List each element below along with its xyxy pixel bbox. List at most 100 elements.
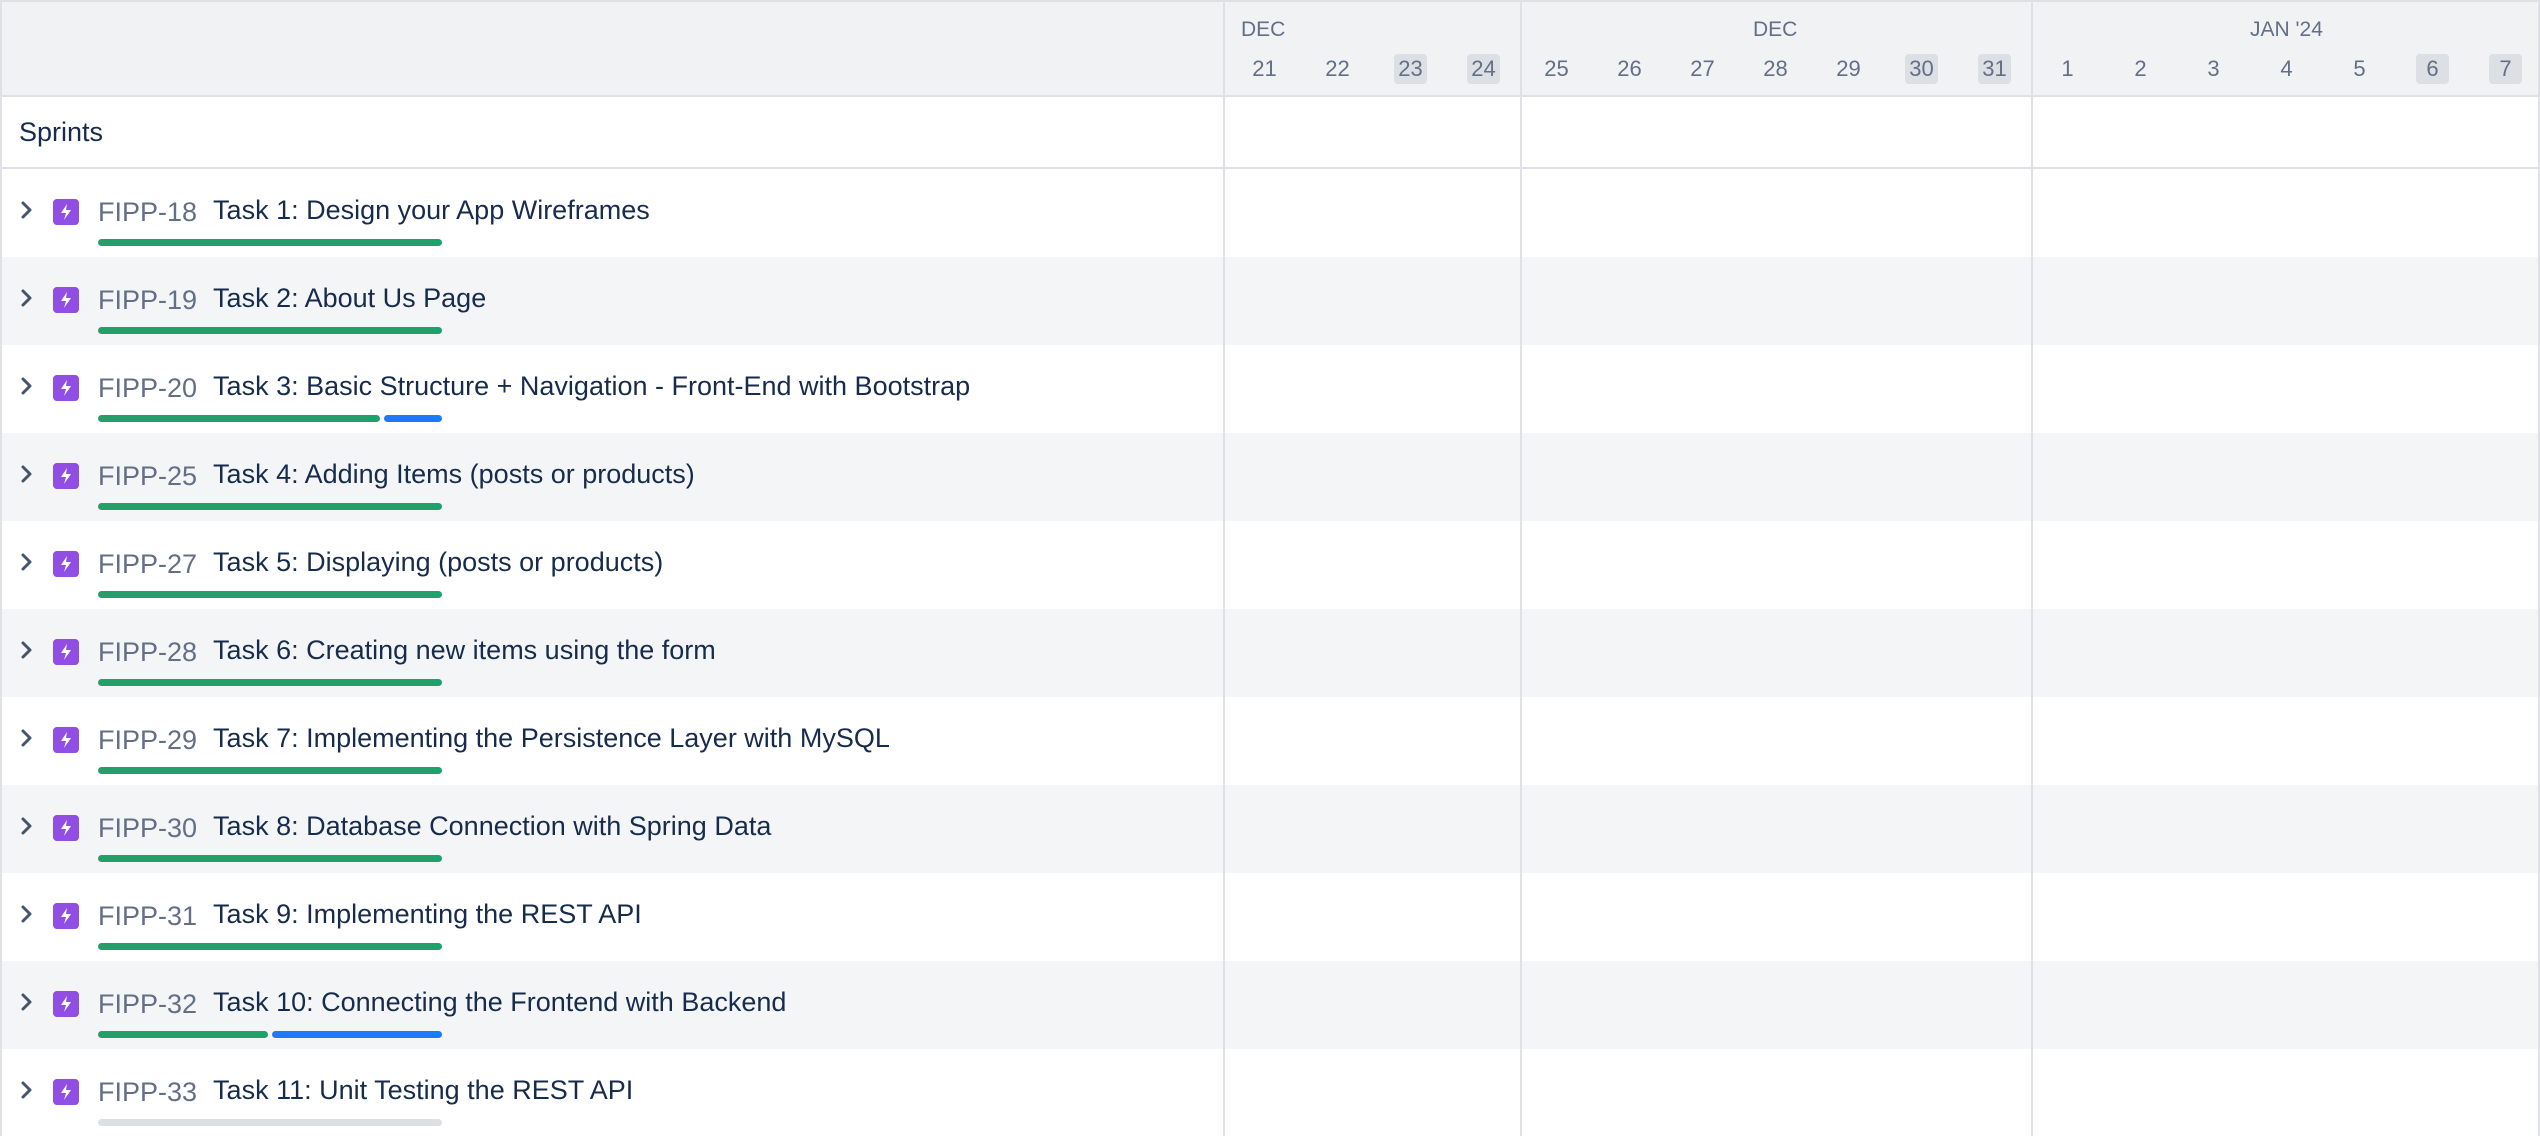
lightning-bolt-icon: [53, 991, 79, 1017]
task-key-link[interactable]: FIPP-20: [98, 373, 197, 404]
task-key-link[interactable]: FIPP-33: [98, 1077, 197, 1108]
month-label: DEC: [1241, 18, 1286, 41]
timeline-row[interactable]: [1225, 697, 2540, 785]
lightning-bolt-icon: [53, 463, 79, 489]
task-title[interactable]: Task 10: Connecting the Frontend with Ba…: [213, 987, 786, 1018]
timeline-grid: [1225, 169, 2540, 1136]
day-label: 30: [1905, 54, 1938, 84]
roadmap-view: Sprints FIPP-18 Task 1: Design your App W…: [0, 0, 2540, 1136]
day-label: 27: [1690, 56, 1715, 81]
chevron-right-icon[interactable]: [18, 727, 36, 749]
day-label: 7: [2489, 54, 2522, 84]
lightning-bolt-icon: [53, 1079, 79, 1105]
lightning-bolt-icon: [53, 551, 79, 577]
task-row[interactable]: FIPP-20 Task 3: Basic Structure + Navigat…: [2, 345, 1223, 433]
timeline-row[interactable]: [1225, 609, 2540, 697]
chevron-right-icon[interactable]: [18, 199, 36, 221]
lightning-bolt-icon: [53, 815, 79, 841]
task-key-link[interactable]: FIPP-30: [98, 813, 197, 844]
lightning-bolt-icon: [53, 639, 79, 665]
chevron-right-icon[interactable]: [18, 1079, 36, 1101]
task-key-link[interactable]: FIPP-29: [98, 725, 197, 756]
task-title[interactable]: Task 11: Unit Testing the REST API: [213, 1075, 633, 1106]
timeline-sprints-row: [1225, 97, 2540, 169]
progress-bar: [98, 415, 442, 422]
day-label: 26: [1617, 56, 1642, 81]
progress-done-segment: [98, 679, 442, 686]
task-key-link[interactable]: FIPP-25: [98, 461, 197, 492]
task-row[interactable]: FIPP-18 Task 1: Design your App Wireframe…: [2, 169, 1223, 257]
task-row[interactable]: FIPP-33 Task 11: Unit Testing the REST AP…: [2, 1049, 1223, 1136]
lightning-bolt-icon: [53, 199, 79, 225]
task-row[interactable]: FIPP-27 Task 5: Displaying (posts or prod…: [2, 521, 1223, 609]
progress-done-segment: [98, 591, 442, 598]
task-key-link[interactable]: FIPP-28: [98, 637, 197, 668]
progress-bar: [98, 1119, 442, 1126]
day-label: 22: [1325, 56, 1350, 81]
task-row[interactable]: FIPP-28 Task 6: Creating new items using …: [2, 609, 1223, 697]
timeline-row[interactable]: [1225, 521, 2540, 609]
chevron-right-icon[interactable]: [18, 287, 36, 309]
chevron-right-icon[interactable]: [18, 903, 36, 925]
sprints-row[interactable]: Sprints: [2, 97, 1223, 169]
chevron-right-icon[interactable]: [18, 463, 36, 485]
chevron-right-icon[interactable]: [18, 551, 36, 573]
timeline-row[interactable]: [1225, 169, 2540, 257]
task-row[interactable]: FIPP-19 Task 2: About Us Page: [2, 257, 1223, 345]
day-label: 4: [2280, 56, 2293, 81]
task-title[interactable]: Task 6: Creating new items using the for…: [213, 635, 716, 666]
timeline-row[interactable]: [1225, 345, 2540, 433]
task-key-link[interactable]: FIPP-27: [98, 549, 197, 580]
task-title[interactable]: Task 3: Basic Structure + Navigation - F…: [213, 371, 970, 402]
task-row[interactable]: FIPP-25 Task 4: Adding Items (posts or pr…: [2, 433, 1223, 521]
progress-todo-segment: [98, 1119, 442, 1126]
chevron-right-icon[interactable]: [18, 991, 36, 1013]
chevron-right-icon[interactable]: [18, 375, 36, 397]
task-row[interactable]: FIPP-31 Task 9: Implementing the REST API: [2, 873, 1223, 961]
chevron-right-icon[interactable]: [18, 815, 36, 837]
progress-done-segment: [98, 855, 442, 862]
month-separator-line: [1520, 0, 1522, 1136]
day-label: 24: [1467, 54, 1500, 84]
task-title[interactable]: Task 5: Displaying (posts or products): [213, 547, 663, 578]
issue-list-header: [2, 0, 1223, 97]
sprints-label: Sprints: [19, 117, 104, 147]
day-label: 2: [2134, 56, 2147, 81]
progress-done-segment: [98, 767, 442, 774]
timeline-row[interactable]: [1225, 1049, 2540, 1136]
task-title[interactable]: Task 4: Adding Items (posts or products): [213, 459, 695, 490]
task-key-link[interactable]: FIPP-19: [98, 285, 197, 316]
task-key-link[interactable]: FIPP-32: [98, 989, 197, 1020]
task-title[interactable]: Task 9: Implementing the REST API: [213, 899, 642, 930]
timeline-row[interactable]: [1225, 785, 2540, 873]
timeline-row[interactable]: [1225, 961, 2540, 1049]
progress-done-segment: [98, 415, 380, 422]
task-key-link[interactable]: FIPP-31: [98, 901, 197, 932]
timeline-row[interactable]: [1225, 433, 2540, 521]
progress-done-segment: [98, 239, 442, 246]
day-label: 1: [2061, 56, 2074, 81]
day-label: 21: [1252, 56, 1277, 81]
day-label: 25: [1544, 56, 1569, 81]
month-label: JAN '24: [2250, 18, 2323, 41]
task-title[interactable]: Task 8: Database Connection with Spring …: [213, 811, 771, 842]
task-key-link[interactable]: FIPP-18: [98, 197, 197, 228]
task-title[interactable]: Task 7: Implementing the Persistence Lay…: [213, 723, 890, 754]
task-title[interactable]: Task 2: About Us Page: [213, 283, 486, 314]
progress-in-progress-segment: [384, 415, 442, 422]
progress-bar: [98, 327, 442, 334]
timeline-header: 21 22 23 24 25 26 27 28 29 30 31 1 2 3 4 5 6 7 DEC DEC JAN '…: [1225, 0, 2540, 97]
task-row[interactable]: FIPP-29 Task 7: Implementing the Persiste…: [2, 697, 1223, 785]
timeline-row[interactable]: [1225, 873, 2540, 961]
task-row[interactable]: FIPP-30 Task 8: Database Connection with …: [2, 785, 1223, 873]
chevron-right-icon[interactable]: [18, 639, 36, 661]
month-label: DEC: [1753, 18, 1798, 41]
task-row[interactable]: FIPP-32 Task 10: Connecting the Frontend …: [2, 961, 1223, 1049]
task-list: FIPP-18 Task 1: Design your App Wireframe…: [2, 169, 1223, 1136]
task-title[interactable]: Task 1: Design your App Wireframes: [213, 195, 650, 226]
timeline-row[interactable]: [1225, 257, 2540, 345]
progress-bar: [98, 1031, 442, 1038]
day-label: 5: [2353, 56, 2366, 81]
progress-bar: [98, 239, 442, 246]
issue-list-panel: Sprints FIPP-18 Task 1: Design your App W…: [0, 0, 1225, 1136]
